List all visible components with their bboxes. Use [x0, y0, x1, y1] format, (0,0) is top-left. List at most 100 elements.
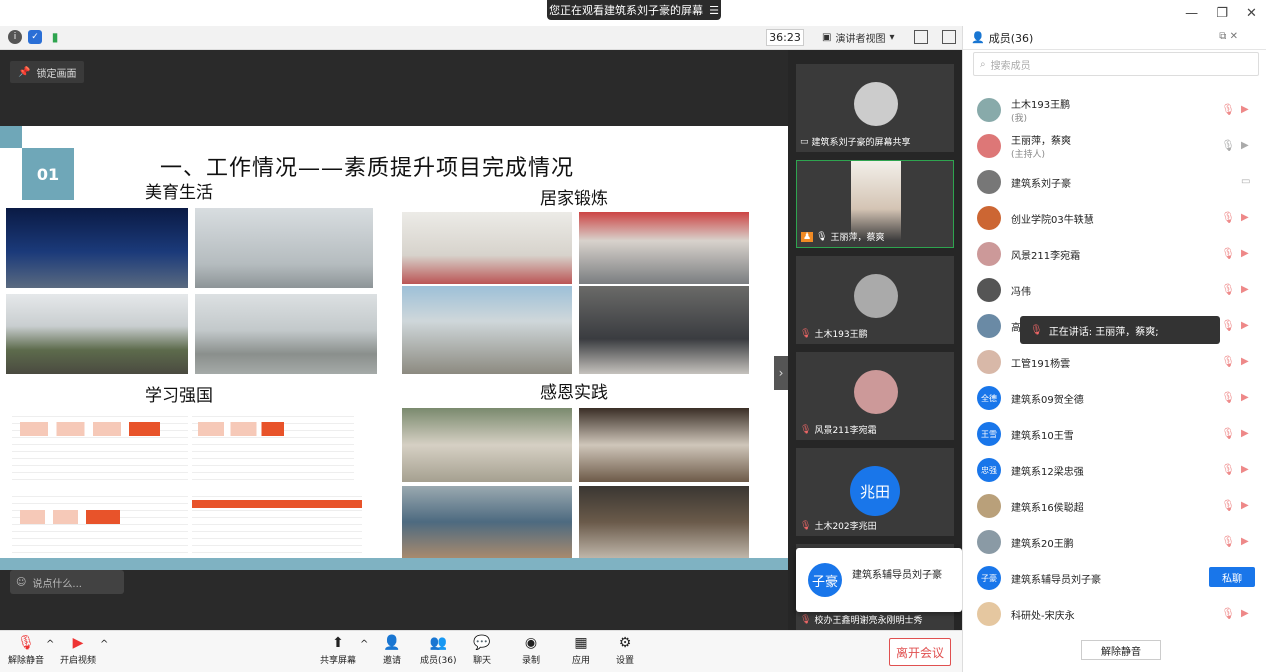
- avatar: 子豪: [808, 563, 842, 597]
- avatar: [854, 274, 898, 318]
- private-chat-button[interactable]: 私聊: [1209, 567, 1255, 587]
- restore-icon[interactable]: ❐: [1216, 6, 1228, 21]
- chat-icon: 💬: [473, 635, 491, 651]
- avatar: [977, 350, 1001, 374]
- mic-off-icon[interactable]: 🎙: [1221, 427, 1235, 441]
- chevron-up-icon[interactable]: ^: [360, 639, 368, 650]
- list-item[interactable]: 创业学院03牛轶慧 🎙 ▶: [963, 200, 1266, 236]
- mic-off-icon[interactable]: 🎙: [1221, 319, 1235, 333]
- mic-off-icon: 🎙: [800, 424, 812, 435]
- video-tile-participant[interactable]: 兆田 🎙 土木202李兆田: [796, 448, 954, 536]
- list-item[interactable]: 工管191杨雲 🎙 ▶: [963, 344, 1266, 380]
- speaking-text: 正在讲话: 王丽萍，蔡爽;: [1048, 326, 1159, 338]
- unmute-all-button[interactable]: 解除静音: [1081, 640, 1161, 660]
- avatar: 子豪: [977, 566, 1001, 590]
- lock-view-button[interactable]: 📌 锁定画面: [10, 61, 85, 83]
- popout-icon[interactable]: ⧉ ✕: [1219, 31, 1238, 42]
- camera-off-icon[interactable]: ▶: [1241, 212, 1255, 223]
- info-icon[interactable]: i: [8, 30, 22, 44]
- list-item[interactable]: 科研处-宋庆永 🎙 ▶: [963, 596, 1266, 632]
- chevron-down-icon: ▾: [889, 32, 895, 43]
- list-item[interactable]: 土木193王鹏 (我) 🎙 ▶: [963, 92, 1266, 128]
- mic-off-icon[interactable]: 🎙: [1221, 355, 1235, 369]
- apps-button[interactable]: ▦ 应用: [572, 635, 590, 666]
- camera-off-icon[interactable]: ▶: [1241, 536, 1255, 547]
- camera-off-icon[interactable]: ▶: [1241, 248, 1255, 259]
- signal-icon[interactable]: ▮: [48, 30, 62, 44]
- section-title-gratitude: 感恩实践: [540, 383, 608, 403]
- menu-icon[interactable]: ☰: [709, 4, 719, 17]
- presentation-slide: 01 一、工作情况——素质提升项目完成情况 美育生活 居家锻炼 学习强国 感恩实…: [0, 126, 788, 570]
- mic-off-icon[interactable]: 🎙: [1221, 283, 1235, 297]
- list-item[interactable]: 风景211李宛霜 🎙 ▶: [963, 236, 1266, 272]
- view-mode-dropdown[interactable]: ▣ 演讲者视图 ▾: [818, 29, 898, 46]
- camera-off-icon[interactable]: ▶: [1241, 284, 1255, 295]
- mic-off-icon[interactable]: 🎙: [1221, 535, 1235, 549]
- apps-label: 应用: [572, 656, 591, 666]
- camera-off-icon[interactable]: ▶: [1241, 428, 1255, 439]
- start-video-button[interactable]: ▶ 开启视频: [60, 635, 96, 666]
- leave-meeting-button[interactable]: 离开会议: [889, 638, 951, 666]
- chat-button[interactable]: 💬 聊天: [473, 635, 491, 666]
- list-item[interactable]: 王雪 建筑系10王雪 🎙 ▶: [963, 416, 1266, 452]
- mic-off-icon[interactable]: 🎙: [1221, 607, 1235, 621]
- record-button[interactable]: ◉ 录制: [522, 635, 540, 666]
- close-icon[interactable]: ✕: [1246, 6, 1257, 21]
- record-label: 录制: [522, 656, 541, 666]
- mic-off-icon[interactable]: 🎙: [1221, 247, 1235, 261]
- mic-icon[interactable]: 🎙: [1221, 139, 1235, 153]
- member-name: 建筑系12梁忠强: [1011, 467, 1084, 478]
- video-tile-participant[interactable]: 🎙 风景211李宛霜: [796, 352, 954, 440]
- camera-off-icon[interactable]: ▶: [1241, 104, 1255, 115]
- section-title-arts: 美育生活: [145, 183, 213, 203]
- minimize-icon[interactable]: —: [1185, 6, 1198, 21]
- camera-off-icon[interactable]: ▶: [1241, 392, 1255, 403]
- camera-off-icon[interactable]: ▶: [1241, 320, 1255, 331]
- invite-icon: 👤: [383, 635, 401, 651]
- camera-off-icon[interactable]: ▶: [1241, 500, 1255, 511]
- settings-button[interactable]: ⚙ 设置: [616, 635, 634, 666]
- mic-off-icon[interactable]: 🎙: [1221, 211, 1235, 225]
- list-item[interactable]: 王丽萍，蔡爽 (主持人) 🎙 ▶: [963, 128, 1266, 164]
- member-name: 科研处-宋庆永: [1011, 611, 1075, 622]
- chevron-up-icon[interactable]: ^: [46, 639, 54, 650]
- fullscreen-icon[interactable]: [914, 30, 928, 44]
- photo-lake: [195, 294, 377, 374]
- video-tile-share[interactable]: ▭ 建筑系刘子豪的屏幕共享: [796, 64, 954, 152]
- host-video: [851, 161, 901, 241]
- participant-popup-card[interactable]: 子豪 建筑系辅导员刘子豪: [796, 548, 962, 612]
- collapse-strip-button[interactable]: ›: [774, 356, 788, 390]
- camera-off-icon[interactable]: ▶: [1241, 464, 1255, 475]
- photo-plank-indoor: [402, 212, 572, 284]
- invite-button[interactable]: 👤 邀请: [383, 635, 401, 666]
- mic-off-icon[interactable]: 🎙: [1221, 463, 1235, 477]
- comment-input[interactable]: ☺ 说点什么...: [10, 570, 124, 594]
- mic-off-icon[interactable]: 🎙: [1221, 391, 1235, 405]
- video-tile-participant[interactable]: 🎙 土木193王鹏: [796, 256, 954, 344]
- list-item[interactable]: 忠强 建筑系12梁忠强 🎙 ▶: [963, 452, 1266, 488]
- list-item[interactable]: 建筑系20王鹏 🎙 ▶: [963, 524, 1266, 560]
- share-screen-button[interactable]: ⬆ 共享屏幕: [320, 635, 356, 666]
- mic-off-icon: 🎙: [800, 520, 812, 531]
- members-button[interactable]: 👥 成员(36): [420, 635, 456, 666]
- camera-icon[interactable]: ▶: [1241, 140, 1255, 151]
- list-item[interactable]: 建筑系16侯聪超 🎙 ▶: [963, 488, 1266, 524]
- camera-off-icon[interactable]: ▶: [1241, 356, 1255, 367]
- list-item[interactable]: 冯伟 🎙 ▶: [963, 272, 1266, 308]
- members-label: 成员(36): [420, 656, 457, 666]
- list-item[interactable]: 全德 建筑系09贺全德 🎙 ▶: [963, 380, 1266, 416]
- mic-off-icon[interactable]: 🎙: [1221, 103, 1235, 117]
- member-search-input[interactable]: ⌕ 搜索成员: [973, 52, 1259, 76]
- mic-off-icon[interactable]: 🎙: [1221, 499, 1235, 513]
- sidebar-toggle-icon[interactable]: [942, 30, 956, 44]
- unmute-button[interactable]: 🎙 解除静音: [8, 635, 44, 666]
- unmute-label: 解除静音: [8, 656, 45, 666]
- bottom-toolbar: 🎙 解除静音 ^ ▶ 开启视频 ^ ⬆ 共享屏幕 ^ 👤 邀请 👥 成员(36)…: [0, 630, 962, 672]
- shield-icon[interactable]: ✓: [28, 30, 42, 44]
- screen-share-banner[interactable]: 您正在观看建筑系刘子豪的屏幕 ☰: [547, 0, 721, 20]
- list-item[interactable]: 子豪 建筑系辅导员刘子豪 私聊: [963, 560, 1266, 596]
- chevron-up-icon[interactable]: ^: [100, 639, 108, 650]
- video-tile-host[interactable]: ♟ 🎙 王丽萍，蔡爽: [796, 160, 954, 248]
- list-item[interactable]: 建筑系刘子豪 ▭: [963, 164, 1266, 200]
- camera-off-icon[interactable]: ▶: [1241, 608, 1255, 619]
